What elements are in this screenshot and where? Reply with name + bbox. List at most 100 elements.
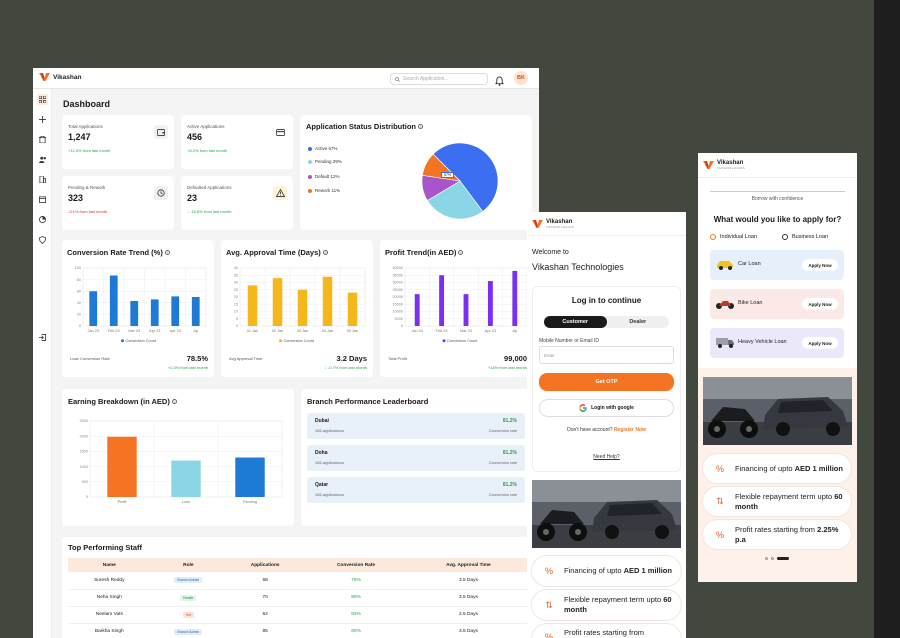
x-tick-label: Apr 23 <box>149 329 160 333</box>
staff-table: Name Role Applications Conversion Rate A… <box>68 558 529 638</box>
legend-dot <box>279 339 282 343</box>
stat-value: 456 <box>187 132 203 142</box>
stat-trend: ↓ -15.6% from last month <box>187 209 232 214</box>
search-input[interactable]: Search Application... <box>390 73 488 85</box>
approval-chart-card: Avg. Approval Time (Days) i 0 5 10 15 20 25 30 3… <box>221 240 373 377</box>
x-tick-label: Profit <box>118 500 128 504</box>
bar <box>89 291 98 326</box>
y-tick-label: 80 <box>77 278 81 282</box>
pie-callout: 57% <box>441 172 455 178</box>
earning-bar-chart: 0 500 1000 1500 2000 2500 Profit Loss Pending <box>80 419 283 504</box>
legend-pending: Pending 29% <box>308 159 342 164</box>
plus-icon[interactable] <box>37 114 48 125</box>
earning-title-text: Earning Breakdown (in AED) <box>68 397 170 406</box>
heavy-vehicle-loan-option[interactable]: Heavy Vehicle Loan Apply Now <box>710 328 844 358</box>
carousel-dot[interactable] <box>765 557 768 560</box>
info-icon[interactable]: i <box>418 124 423 129</box>
branch-row[interactable]: Qatar 156 applications 81.2% Conversion … <box>307 477 525 503</box>
radio-business[interactable]: Business Loan <box>782 234 828 240</box>
conversion-foot-value: 78.5% <box>186 354 208 363</box>
info-icon[interactable]: i <box>164 250 170 255</box>
profit-foot-label: Total Profit <box>388 356 407 361</box>
login-screen: Vikashan TECHNOLOGIES Welcome to Vikashan… <box>527 212 686 638</box>
column-header[interactable]: Role <box>150 558 227 572</box>
branch-row[interactable]: Doha 156 applications 81.2% Conversion r… <box>307 445 525 471</box>
table-row[interactable]: Neha Singh Dealer 70 80% 3.5 Days <box>68 589 529 607</box>
tab-dealer[interactable]: Dealer <box>607 316 670 328</box>
tab-customer[interactable]: Customer <box>544 316 607 328</box>
table-row[interactable]: Barkha Singh Branch Admin 85 80% 3.5 Days <box>68 623 529 638</box>
grid-icon[interactable] <box>37 94 48 105</box>
branch-sub: Conversion rate <box>488 492 517 497</box>
carousel-dot-active[interactable] <box>777 557 789 560</box>
x-tick-label: 05 Jan <box>347 329 358 333</box>
carousel-dots[interactable] <box>765 557 789 560</box>
info-icon[interactable]: i <box>322 250 328 255</box>
chart-pie-icon[interactable] <box>37 214 48 225</box>
stat-value: 1,247 <box>68 132 91 142</box>
radio-individual[interactable]: Individual Loan <box>710 234 757 240</box>
percent-swap-icon: % <box>540 562 558 580</box>
calendar-icon[interactable] <box>37 194 48 205</box>
table-row[interactable]: Neelam Vats Hot 52 83% 2.5 Days <box>68 606 529 624</box>
apply-now-button[interactable]: Apply Now <box>802 298 838 310</box>
y-tick-label: 15000 <box>392 302 403 306</box>
feature-repayment: ⇅ Flexible repayment term upto 60 month <box>703 487 851 516</box>
y-tick-label: 2500 <box>80 419 88 423</box>
y-tick-label: 40 <box>234 266 238 270</box>
branch-row[interactable]: Dubai 156 applications 81.2% Conversion … <box>307 413 525 439</box>
x-tick-label: 03 Jan <box>297 329 308 333</box>
need-help-link[interactable]: Need Help? <box>533 454 680 460</box>
staff-rate: 83% <box>304 606 408 624</box>
profit-title-text: Profit Trend(in AED) <box>385 248 457 257</box>
staff-time: 3.5 Days <box>407 589 529 607</box>
y-tick-label: 100 <box>75 266 81 270</box>
card-icon <box>273 125 287 139</box>
y-tick-label: 10 <box>234 310 238 314</box>
carousel-dot[interactable] <box>771 557 774 560</box>
stat-trend: +8.2% from last month <box>187 148 228 153</box>
stat-card-defaulted[interactable]: Defaulted Applications 23 ↓ -15.6% from … <box>181 176 293 230</box>
stat-card-pending[interactable]: Pending & Rework 323 -3.1% from last mon… <box>62 176 174 230</box>
column-header[interactable]: Conversion Rate <box>304 558 408 572</box>
legend-label: Conversion Count <box>447 339 478 343</box>
branch-sub: Conversion rate <box>488 428 517 433</box>
users-icon[interactable] <box>37 154 48 165</box>
get-otp-button[interactable]: Get OTP <box>539 373 674 391</box>
search-placeholder: Search Application... <box>403 76 449 82</box>
register-link[interactable]: Register Now <box>614 427 646 433</box>
legend-label: Conversion Count <box>284 339 315 343</box>
stat-card-total[interactable]: Total Applications 1,247 +12.5% from las… <box>62 115 174 169</box>
column-header[interactable]: Avg. Approval Time <box>407 558 529 572</box>
office-icon[interactable] <box>37 174 48 185</box>
branch-name: Doha <box>315 450 328 456</box>
building-icon[interactable] <box>37 134 48 145</box>
bell-icon[interactable] <box>495 73 504 91</box>
approval-foot-value: 3.2 Days <box>336 354 367 363</box>
bar <box>130 301 139 326</box>
logout-icon[interactable] <box>37 332 48 343</box>
percent-swap-icon: % <box>711 459 729 478</box>
info-icon[interactable]: i <box>458 250 464 255</box>
car-loan-option[interactable]: Car Loan Apply Now <box>710 250 844 280</box>
mobile-email-field[interactable]: Enter <box>539 346 674 364</box>
branch-title: Branch Performance Leaderboard <box>307 397 428 406</box>
x-tick-label: Mar 23 <box>128 329 140 333</box>
legend-label: Rework 11% <box>315 188 341 193</box>
table-row[interactable]: Suresh Reddy Branch Admin 68 76% 3.5 Days <box>68 572 529 590</box>
bike-loan-option[interactable]: Bike Loan Apply Now <box>710 289 844 319</box>
x-tick-label: 01 Jan <box>247 329 258 333</box>
apply-now-button[interactable]: Apply Now <box>802 259 838 271</box>
shield-icon[interactable] <box>37 234 48 245</box>
bar <box>107 436 137 497</box>
column-header[interactable]: Applications <box>226 558 305 572</box>
profit-title: Profit Trend(in AED) i <box>385 248 464 257</box>
avatar[interactable]: BK <box>514 71 528 85</box>
stat-card-active[interactable]: Active Applications 456 +8.2% from last … <box>181 115 293 169</box>
brand-logo[interactable]: Vikashan <box>39 73 81 81</box>
column-header[interactable]: Name <box>68 558 151 572</box>
info-icon[interactable]: i <box>171 399 177 404</box>
apply-now-button[interactable]: Apply Now <box>802 337 838 349</box>
google-login-button[interactable]: Login with google <box>539 399 674 417</box>
bar <box>439 275 445 326</box>
